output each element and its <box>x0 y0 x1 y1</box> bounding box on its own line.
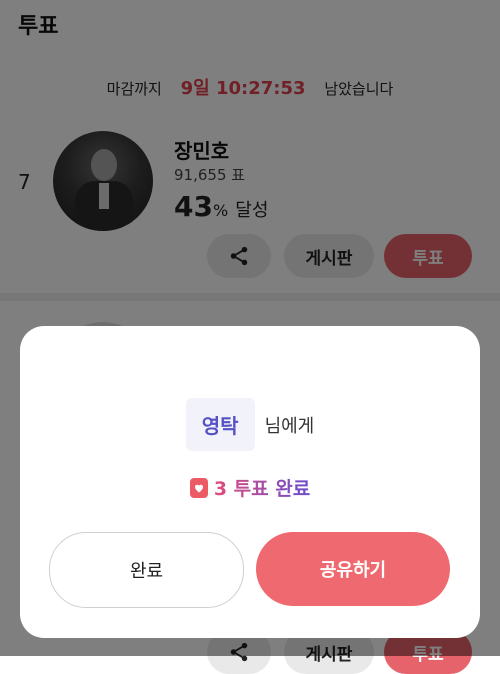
done-button[interactable]: 완료 <box>49 532 244 608</box>
vote-complete-row: 3 투표 완료 <box>20 474 480 501</box>
recipient-name: 영탁 <box>185 398 255 451</box>
share-it-button[interactable]: 공유하기 <box>256 532 450 606</box>
heart-shape <box>194 484 203 492</box>
recipient-suffix: 님에게 <box>264 415 315 437</box>
heart-icon <box>189 477 208 498</box>
recipient-row: 영탁 님에게 <box>20 398 480 451</box>
vote-complete-modal: 영탁 님에게 3 투표 완료 완료 공유하기 <box>20 326 480 638</box>
vote-complete-text: 3 투표 완료 <box>214 474 310 501</box>
